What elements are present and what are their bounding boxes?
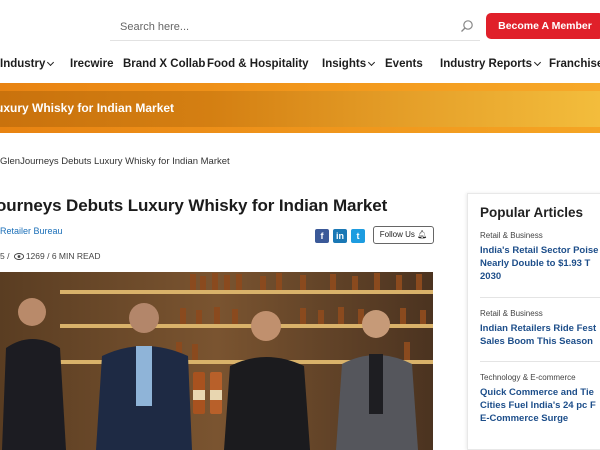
article-title-line: Cities Fuel India's 24 pc F bbox=[480, 400, 596, 411]
article-title-line: Sales Boom This Season bbox=[480, 336, 593, 347]
chevron-down-icon bbox=[47, 58, 55, 67]
nav-label: Brand X Collab bbox=[123, 58, 206, 70]
bell-icon: 🔔︎ bbox=[417, 230, 428, 239]
chevron-down-icon bbox=[533, 58, 542, 67]
nav-label: Irecwire bbox=[70, 58, 114, 70]
author-link[interactable]: Retailer Bureau bbox=[0, 226, 63, 236]
divider bbox=[480, 361, 600, 362]
divider bbox=[480, 297, 600, 298]
view-count: 1269 bbox=[25, 251, 45, 261]
article-headline: ourneys Debuts Luxury Whisky for Indian … bbox=[0, 196, 388, 215]
popular-article-link[interactable]: Quick Commerce and Tie Cities Fuel India… bbox=[480, 386, 600, 425]
banner-stripe-top bbox=[0, 83, 600, 91]
article-category[interactable]: Retail & Business bbox=[480, 231, 543, 240]
become-member-button[interactable]: Become A Member bbox=[486, 13, 600, 39]
banner-title: uxury Whisky for Indian Market bbox=[0, 101, 175, 115]
nav-item-events[interactable]: Events bbox=[385, 58, 423, 70]
article-title-line: E-Commerce Surge bbox=[480, 413, 569, 424]
breadcrumb[interactable]: GlenJourneys Debuts Luxury Whisky for In… bbox=[0, 156, 230, 167]
nav-item-irecwire[interactable]: Irecwire bbox=[70, 58, 113, 70]
sidebar-title: Popular Articles bbox=[480, 205, 584, 220]
popular-article-link[interactable]: Indian Retailers Ride Fest Sales Boom Th… bbox=[480, 322, 600, 348]
nav-item-brand-x-collab[interactable]: Brand X Collab bbox=[123, 58, 205, 70]
search-input[interactable] bbox=[120, 17, 450, 37]
nav-item-franchise[interactable]: FranchiseT bbox=[549, 58, 600, 70]
article-hero-image bbox=[0, 272, 433, 450]
nav-item-food-hospitality[interactable]: Food & Hospitality bbox=[207, 58, 309, 70]
nav-item-insights[interactable]: Insights bbox=[322, 58, 376, 70]
meta-prefix: 5 / bbox=[0, 251, 10, 261]
popular-article-link[interactable]: India's Retail Sector Poise Nearly Doubl… bbox=[480, 244, 600, 283]
twitter-icon[interactable]: t bbox=[351, 229, 365, 243]
nav-label: Industry Reports bbox=[440, 58, 533, 70]
article-title-line: Indian Retailers Ride Fest bbox=[480, 323, 597, 334]
search-bar bbox=[110, 13, 480, 41]
nav-label: Insights bbox=[322, 58, 367, 70]
eye-icon bbox=[13, 252, 24, 260]
follow-us-button[interactable]: Follow Us 🔔︎ bbox=[373, 226, 434, 244]
nav-label: Industry bbox=[0, 58, 46, 70]
article-title-line: Quick Commerce and Tie bbox=[480, 387, 594, 398]
page-banner: uxury Whisky for Indian Market bbox=[0, 91, 600, 127]
nav-label: FranchiseT bbox=[549, 58, 600, 70]
article-category[interactable]: Technology & E-commerce bbox=[480, 373, 576, 382]
article-title-line: 2030 bbox=[480, 271, 502, 282]
popular-articles-panel: Popular Articles Retail & Business India… bbox=[467, 193, 600, 450]
linkedin-icon[interactable]: in bbox=[333, 229, 347, 243]
banner-stripe-bottom bbox=[0, 127, 600, 133]
nav-item-industry[interactable]: Industry bbox=[0, 58, 55, 70]
hero-photo bbox=[0, 272, 433, 450]
nav-label: Events bbox=[385, 58, 423, 70]
search-icon[interactable] bbox=[460, 19, 474, 33]
article-title-line: India's Retail Sector Poise bbox=[480, 245, 599, 256]
article-category[interactable]: Retail & Business bbox=[480, 309, 543, 318]
chevron-down-icon bbox=[368, 58, 376, 67]
facebook-icon[interactable]: f bbox=[315, 229, 329, 243]
article-meta: 5 / 1269 / 6 MIN READ bbox=[0, 251, 101, 261]
nav-label: Food & Hospitality bbox=[207, 58, 309, 70]
top-bar: Become A Member bbox=[0, 0, 600, 52]
nav-item-industry-reports[interactable]: Industry Reports bbox=[440, 58, 542, 70]
main-nav: Industry Irecwire Brand X Collab Food & … bbox=[0, 52, 600, 80]
follow-label: Follow Us bbox=[379, 230, 415, 239]
read-time: / 6 MIN READ bbox=[47, 251, 101, 261]
article-title-line: Nearly Double to $1.93 T bbox=[480, 258, 591, 269]
